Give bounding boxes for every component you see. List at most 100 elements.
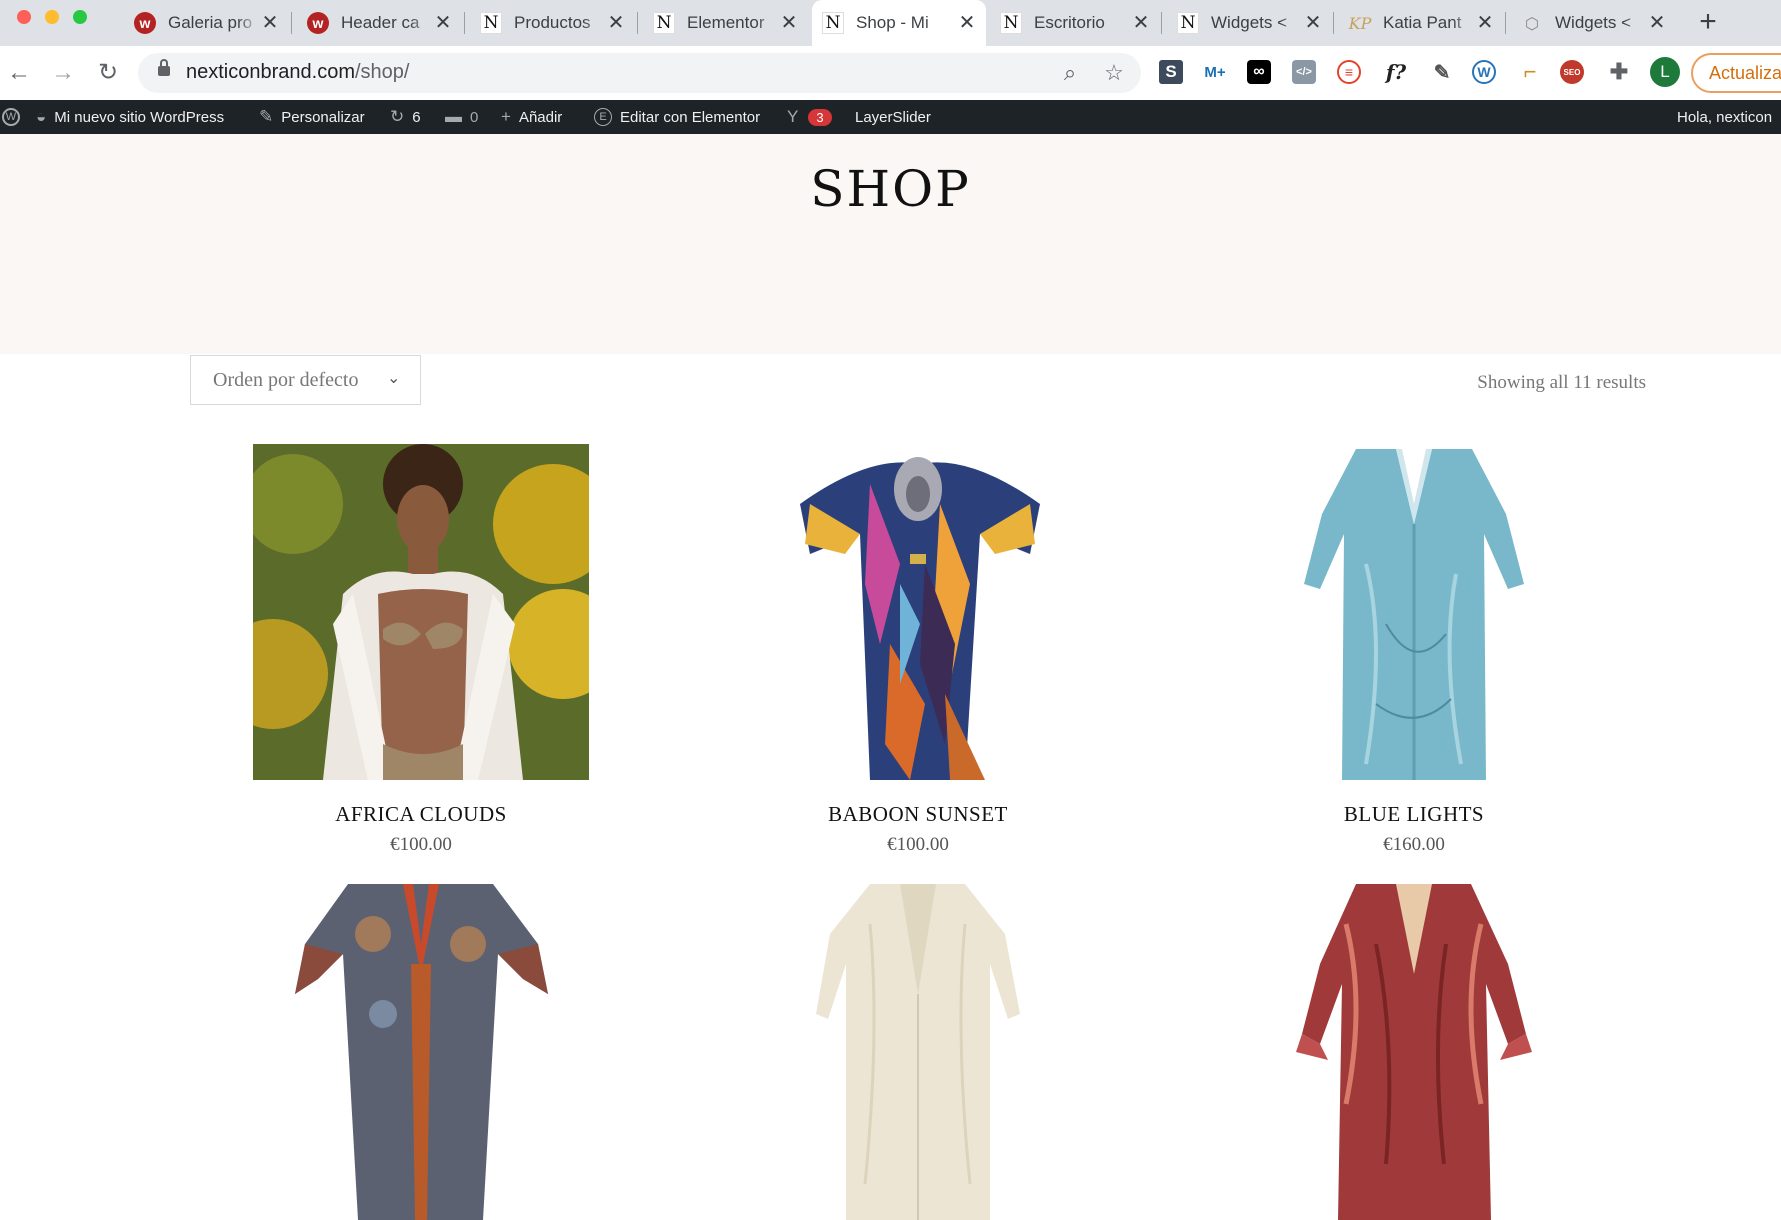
forward-arrow-icon[interactable]: → [48,58,78,88]
plus-icon: + [501,107,511,126]
yoast-icon: Y [787,107,799,126]
nexticon-icon: N [1177,12,1199,34]
tab-title: Widgets < [1555,13,1632,32]
product-title[interactable]: Baboon Sunset [690,802,1146,827]
puzzle-extension-icon[interactable]: ✚ [1605,58,1633,86]
browser-tab[interactable]: ⬡ Widgets < ✕ [1511,0,1676,46]
browser-tab[interactable]: N Widgets < ✕ [1167,0,1332,46]
minimize-window-button[interactable] [45,10,59,24]
code-extension-icon[interactable]: </> [1292,60,1316,84]
product-image[interactable] [1246,444,1582,780]
update-browser-button[interactable]: Actualizar [1691,53,1781,93]
dashboard-icon: ◒ [36,107,47,126]
yoast-count-badge: 3 [808,108,832,126]
chevron-down-icon: ⌄ [387,370,401,387]
browser-tab[interactable]: N Productos ✕ [470,0,635,46]
tab-title: Productos [514,13,591,32]
tab-close-icon[interactable]: ✕ [1130,11,1152,35]
profile-avatar[interactable]: L [1650,57,1680,87]
product-title[interactable]: Blue Lights [1186,802,1642,827]
ruler-extension-icon[interactable]: ⌐ [1516,58,1544,86]
admin-account-greeting[interactable]: Hola, nexticon [1677,100,1772,134]
tab-title: Galeria pro [168,13,253,32]
tab-title: Katia Pant [1383,13,1462,32]
address-bar[interactable]: nexticonbrand.com/shop/ ⌕ ☆ [138,53,1141,93]
product-image[interactable] [1246,884,1582,1220]
orderby-select[interactable]: Orden por defecto ⌄ [190,355,421,405]
shop-page: SHOP Orden por defecto ⌄ Showing all 11 … [0,134,1781,1220]
admin-new-content-link[interactable]: + Añadir [501,100,562,134]
browser-tab[interactable]: N Elementor ✕ [643,0,808,46]
stream-extension-icon[interactable]: ≡ [1337,60,1361,84]
product-image[interactable] [750,444,1086,780]
wordpress-extension-icon[interactable]: W [1472,60,1496,84]
tab-close-icon[interactable]: ✕ [432,11,454,35]
widgets-icon: ⬡ [1525,13,1539,33]
comment-icon: ▬ [445,107,462,126]
zoom-icon[interactable]: ⌕ [1056,59,1084,87]
product-price: €160.00 [1383,834,1445,855]
url-text[interactable]: nexticonbrand.com/shop/ [186,61,409,84]
admin-yoast-link[interactable]: Y3 [787,100,832,134]
tab-title: Elementor [687,13,765,32]
updates-icon: ↻ [390,107,405,126]
browser-tab-active[interactable]: N Shop - Mi ✕ [812,0,986,46]
nexticon-icon: N [480,12,502,34]
browser-toolbar: ← → ↻ nexticonbrand.com/shop/ ⌕ ☆ S M+ ∞… [0,46,1781,100]
browser-tab[interactable]: w Header ca ✕ [297,0,462,46]
bookmark-star-icon[interactable]: ☆ [1100,59,1128,87]
maximize-window-button[interactable] [73,10,87,24]
tab-close-icon[interactable]: ✕ [1646,11,1668,35]
orderby-selected-value: Orden por defecto [213,369,359,391]
tab-close-icon[interactable]: ✕ [1302,11,1324,35]
lock-icon [158,59,170,76]
tab-close-icon[interactable]: ✕ [605,11,627,35]
page-title: SHOP [810,160,971,218]
nexticon-icon: N [653,12,675,34]
movistar-extension-icon[interactable]: M+ [1201,58,1229,86]
font-finder-extension-icon[interactable]: f? [1382,58,1410,86]
eyedropper-extension-icon[interactable]: ✎ [1428,58,1456,86]
result-count: Showing all 11 results [1477,372,1646,393]
seo-extension-icon[interactable]: SEO [1560,60,1584,84]
reload-icon[interactable]: ↻ [93,58,123,88]
back-arrow-icon[interactable]: ← [4,58,34,88]
tab-close-icon[interactable]: ✕ [778,11,800,35]
admin-edit-elementor-link[interactable]: E Editar con Elementor [594,100,760,134]
tab-title: Widgets < [1211,13,1288,32]
close-window-button[interactable] [17,10,31,24]
product-price: €100.00 [887,834,949,855]
elementor-icon: E [594,108,612,126]
browser-tab[interactable]: N Escritorio ✕ [990,0,1160,46]
nexticon-icon: N [1000,12,1022,34]
page-header-banner: SHOP [0,134,1781,354]
product-title[interactable]: Africa Clouds [193,802,649,827]
admin-updates-link[interactable]: ↻ 6 [390,100,421,134]
product-image[interactable] [750,884,1086,1220]
product-image[interactable] [253,444,589,780]
kp-icon: KP [1348,13,1372,33]
new-tab-plus-icon[interactable]: + [1693,6,1723,38]
brush-icon: ✎ [259,107,274,126]
product-image[interactable] [253,884,589,1220]
tab-title: Header ca [341,13,420,32]
webnode-icon: w [134,12,156,34]
browser-tab[interactable]: w Galeria pro ✕ [124,0,289,46]
admin-comments-link[interactable]: ▬ 0 [445,100,478,134]
browser-tab-strip: w Galeria pro ✕ w Header ca ✕ N Producto… [0,0,1781,46]
wp-logo-icon[interactable]: W [0,100,28,134]
tab-close-icon[interactable]: ✕ [956,11,978,35]
nexticon-icon: N [822,12,844,34]
infinity-extension-icon[interactable]: ∞ [1247,60,1271,84]
product-price: €100.00 [390,834,452,855]
browser-tab[interactable]: KP Katia Pant ✕ [1339,0,1504,46]
tab-close-icon[interactable]: ✕ [1474,11,1496,35]
tab-close-icon[interactable]: ✕ [259,11,281,35]
tab-title: Escritorio [1034,13,1105,32]
admin-layerslider-link[interactable]: LayerSlider [855,100,931,134]
s-extension-icon[interactable]: S [1159,60,1183,84]
tab-title: Shop - Mi [856,13,929,32]
admin-site-name-link[interactable]: ◒ Mi nuevo sitio WordPress [36,100,224,134]
admin-customize-link[interactable]: ✎ Personalizar [259,100,365,134]
webnode-icon: w [307,12,329,34]
